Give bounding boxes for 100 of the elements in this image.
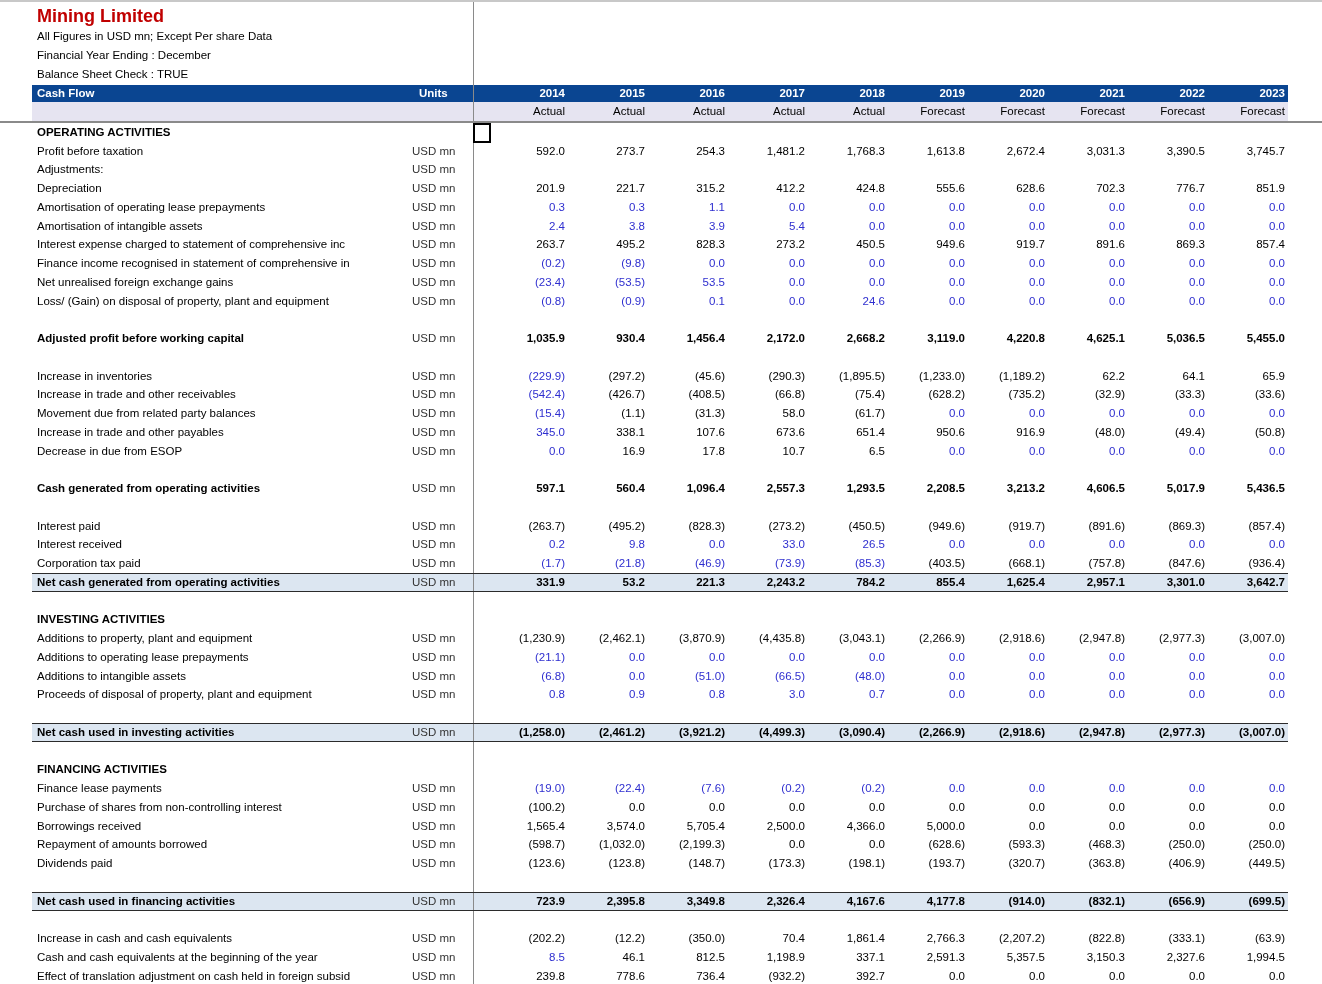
units-cell-text: USD mn [411,162,457,178]
table-cell-text: (1,895.5) [837,368,886,384]
table-cell-text: 0.0 [1108,968,1126,984]
table-cell-text: (46.9) [693,556,726,571]
table-cell-text: 5,017.9 [1165,481,1206,496]
units-cell-text: USD mn [411,518,457,534]
table-cell-text: 560.4 [615,481,646,496]
year-header: 2022 [1178,85,1206,101]
table-cell-text: 0.0 [788,799,806,815]
table-cell-text: (123.8) [607,856,646,871]
table-cell-text: (12.2) [613,931,646,946]
table-cell-text: (1.1) [620,406,646,421]
table-cell-text: 0.0 [868,649,886,665]
row-label: Purchase of shares from non-controlling interest [36,799,283,815]
row-label: Interest paid [36,518,102,534]
table-cell-text: 345.0 [535,424,566,440]
table-cell-text: (2,947.8) [1077,631,1126,646]
table-cell-text: 2,957.1 [1085,574,1126,590]
table-cell-text: 53.2 [621,574,646,590]
table-cell-text: 0.0 [1268,443,1286,459]
table-cell-text: 46.1 [621,949,646,965]
table-cell-text: (919.7) [1007,518,1046,534]
table-cell-text: 0.0 [1188,818,1206,834]
units-cell-text: USD mn [411,406,457,421]
row-label: Interest expense charged to statement of comprehensive inc [36,237,347,253]
table-cell-text: 857.4 [1255,237,1286,253]
table-cell-text: 4,167.6 [845,893,886,909]
table-cell-text: 0.0 [1268,537,1286,553]
period-header: Actual [772,103,806,119]
table-cell-text: (1,189.2) [997,368,1046,384]
table-cell-text: 221.3 [695,574,726,590]
table-cell-text: 0.0 [1268,687,1286,703]
table-cell-text: 2,766.3 [925,931,966,946]
row-label: Finance income recognised in statement of comprehensive in [36,256,351,271]
table-cell-text: (3,007.0) [1237,631,1286,646]
table-cell-text: 0.0 [1108,199,1126,215]
period-header: Actual [852,103,886,119]
table-cell-text: 3,213.2 [1005,481,1046,496]
table-cell-text: 1,625.4 [1005,574,1046,590]
table-cell-text: 2,327.6 [1165,949,1206,965]
table-cell-text: (21.8) [613,556,646,571]
table-cell-text: (0.2) [540,256,566,271]
year-header: 2018 [858,85,886,101]
table-cell-text: (48.0) [853,668,886,684]
row-label: Cash and cash equivalents at the beginning of the year [36,949,319,965]
table-cell-text: 201.9 [535,181,566,196]
table-cell-text: (468.3) [1087,837,1126,853]
table-cell-text: (123.6) [527,856,566,871]
row-label: Amortisation of operating lease prepayments [36,199,267,215]
table-cell-text: (3,870.9) [677,631,726,646]
table-cell-text: (949.6) [927,518,966,534]
report-note: Balance Sheet Check : TRUE [37,67,190,82]
report-note: Financial Year Ending : December [37,48,212,63]
table-cell-text: 58.0 [781,406,806,421]
table-cell-text: 736.4 [695,968,726,984]
table-cell-text: (48.0) [1093,424,1126,440]
table-cell-text: 0.0 [1028,818,1046,834]
table-cell-text: 0.0 [708,799,726,815]
table-cell-text: (297.2) [607,368,646,384]
table-cell-text: 0.0 [628,668,646,684]
table-cell-text: 0.0 [1028,218,1046,234]
table-cell-text: (857.4) [1247,518,1286,534]
table-cell-text: 891.6 [1095,237,1126,253]
table-cell-text: 65.9 [1261,368,1286,384]
year-header: 2023 [1258,85,1286,101]
units-cell-text: USD mn [411,668,457,684]
table-cell-text: 221.7 [615,181,646,196]
table-cell-text: (350.0) [687,931,726,946]
table-cell-text: (32.9) [1093,387,1126,403]
units-cell-text: USD mn [411,199,457,215]
year-header: 2021 [1098,85,1126,101]
table-cell-text: 5,000.0 [925,818,966,834]
table-cell-text: 6.5 [868,443,886,459]
table-cell-text: 0.0 [1028,406,1046,421]
table-cell-text: (1,230.9) [517,631,566,646]
table-cell-text: 0.0 [1028,687,1046,703]
table-cell-text: 1,096.4 [685,481,726,496]
table-cell-text: 0.0 [1108,406,1126,421]
table-cell-text: 1,861.4 [845,931,886,946]
table-cell-text: (85.3) [853,556,886,571]
table-cell-text: (593.3) [1007,837,1046,853]
table-cell-text: 0.0 [1268,799,1286,815]
table-cell-text: (363.8) [1087,856,1126,871]
row-label: Net cash generated from operating activities [36,574,281,590]
table-cell-text: (832.1) [1087,893,1126,909]
table-cell-text: (735.2) [1007,387,1046,403]
units-cell-text: USD mn [411,443,457,459]
table-cell-text: 0.0 [1028,199,1046,215]
table-cell-text: 1,035.9 [525,331,566,346]
table-cell-text: 0.0 [948,668,966,684]
table-cell-text: (273.2) [767,518,806,534]
table-cell-text: 0.0 [1188,968,1206,984]
table-cell-text: 0.0 [948,293,966,309]
table-cell-text: 0.7 [868,687,886,703]
table-cell-text: 5,357.5 [1005,949,1046,965]
table-cell-text: 4,177.8 [925,893,966,909]
table-cell-text: 331.9 [535,574,566,590]
table-cell-text: 0.0 [1268,668,1286,684]
table-cell-text: (0.9) [620,293,646,309]
row-label: Adjustments: [36,162,105,178]
